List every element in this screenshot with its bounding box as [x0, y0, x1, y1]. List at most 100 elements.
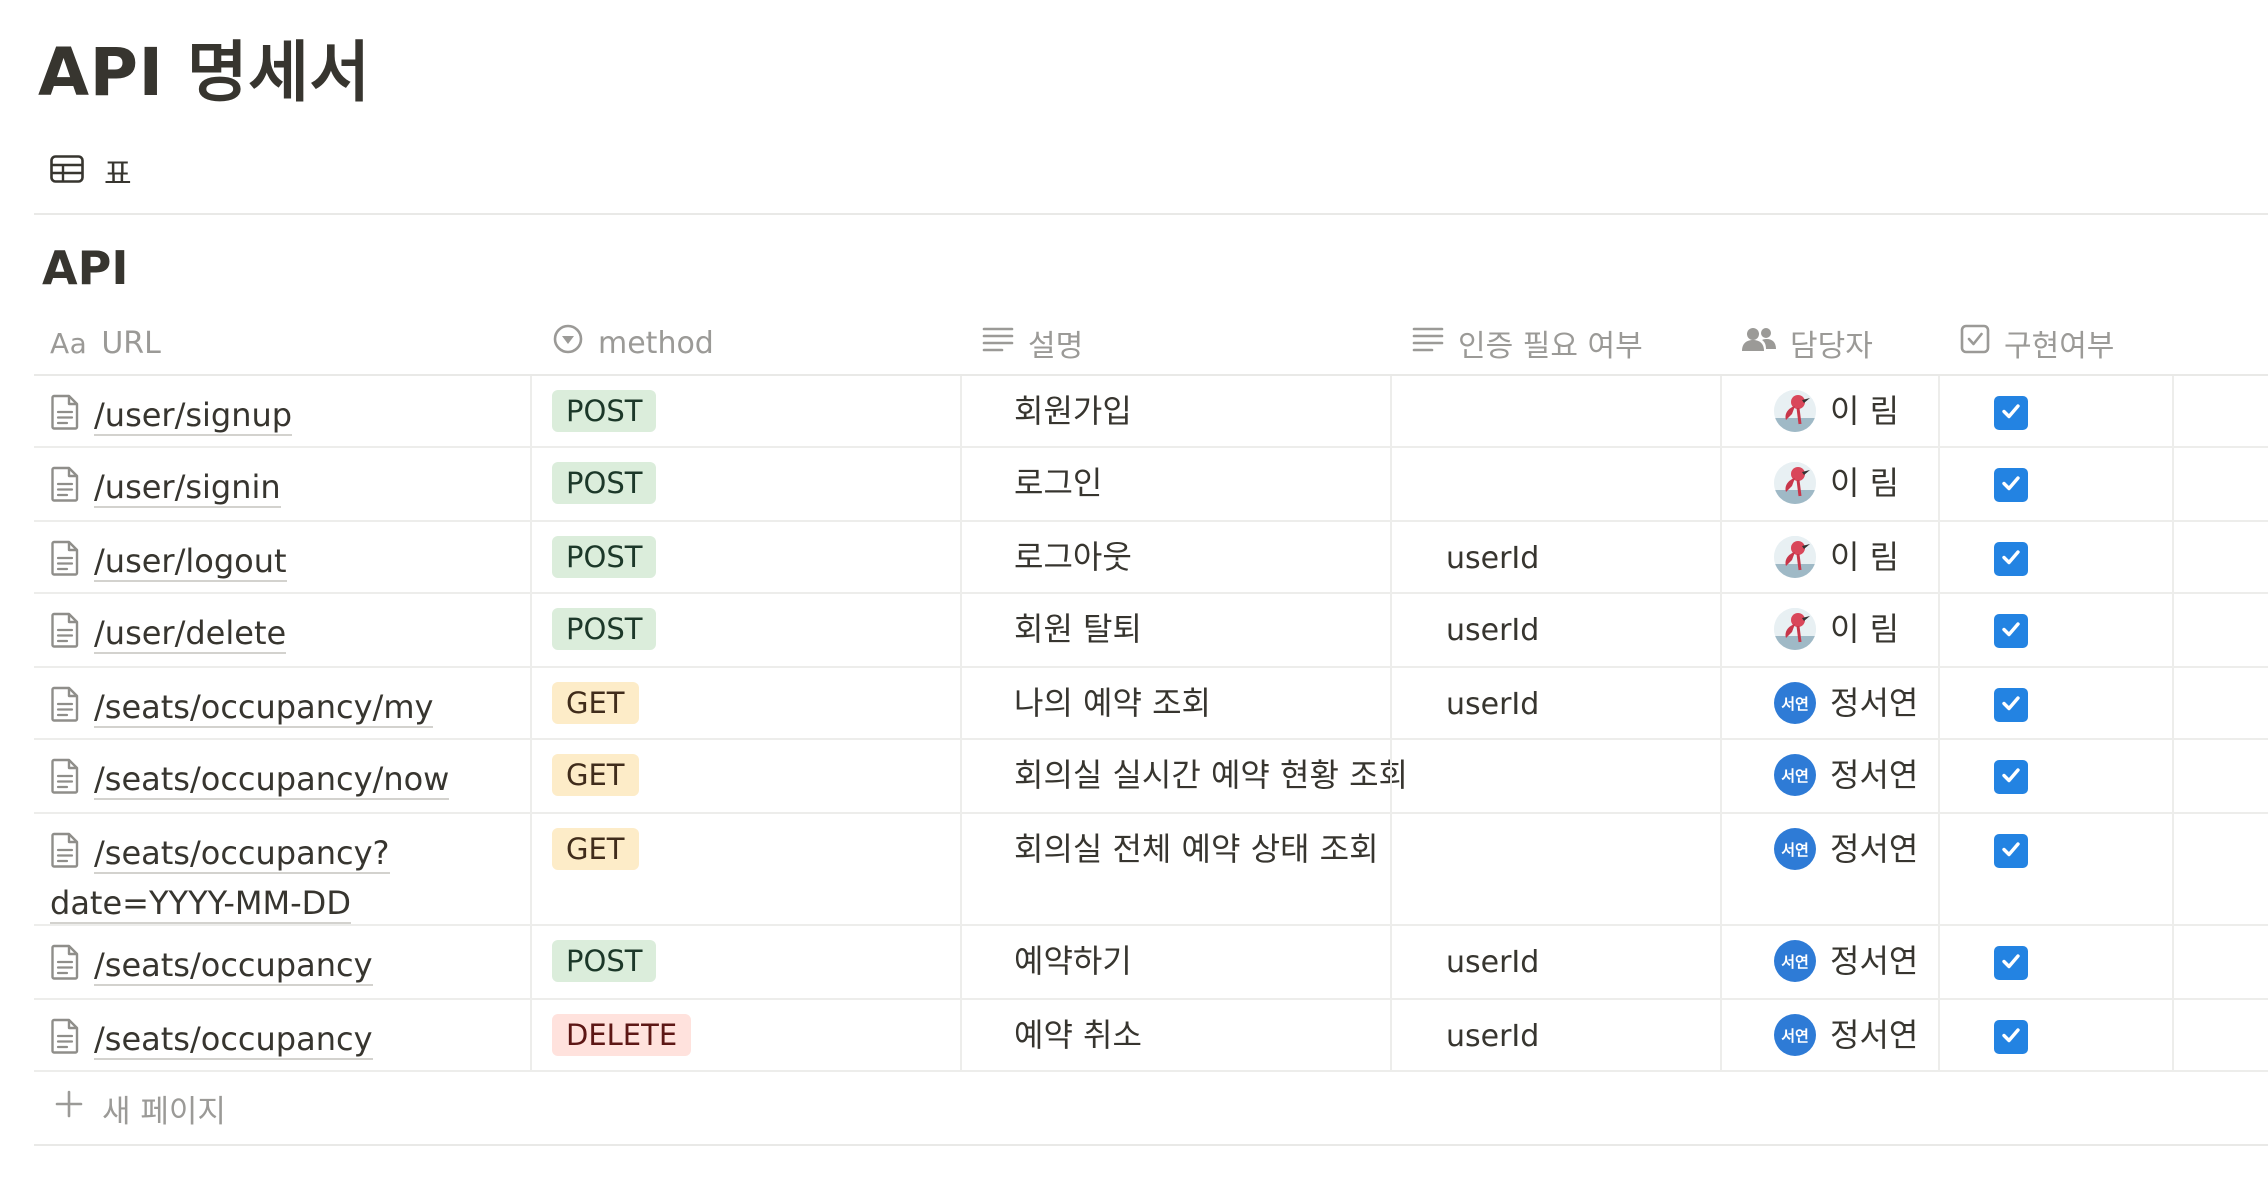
- implemented-cell[interactable]: [1940, 594, 2172, 666]
- description-cell[interactable]: 나의 예약 조회: [962, 668, 1390, 738]
- owner-cell[interactable]: 이 림: [1722, 448, 1938, 520]
- page-icon: [50, 394, 80, 442]
- description-cell[interactable]: 회의실 실시간 예약 현황 조회: [962, 740, 1408, 812]
- url-cell[interactable]: /user/delete: [34, 594, 530, 666]
- owner-cell[interactable]: 서연 정서연: [1722, 926, 1938, 998]
- column-header-owner[interactable]: 담당자: [1742, 312, 1873, 374]
- checkbox-checked[interactable]: [1994, 542, 2028, 576]
- description-cell[interactable]: 예약하기: [962, 926, 1390, 998]
- checkbox-checked[interactable]: [1994, 1020, 2028, 1054]
- auth-cell[interactable]: [1392, 448, 1720, 520]
- people-icon: [1742, 325, 1776, 361]
- description-cell[interactable]: 예약 취소: [962, 1000, 1390, 1070]
- owner-cell[interactable]: 서연 정서연: [1722, 814, 1938, 924]
- owner-cell[interactable]: 서연 정서연: [1722, 740, 1938, 812]
- implemented-cell[interactable]: [1940, 814, 2172, 924]
- auth-cell[interactable]: userId: [1392, 522, 1720, 592]
- url-text[interactable]: /user/signin: [94, 468, 281, 508]
- column-header-method[interactable]: method: [552, 312, 714, 374]
- table-row[interactable]: /seats/occupancy? date=YYYY-MM-DD GET 회의실…: [34, 814, 2268, 926]
- table-row[interactable]: /seats/occupancy DELETE 예약 취소 userId 서연 정…: [34, 1000, 2268, 1072]
- implemented-cell[interactable]: [1940, 1000, 2172, 1070]
- description-cell[interactable]: 회의실 전체 예약 상태 조회: [962, 814, 1390, 924]
- checkbox-checked[interactable]: [1994, 760, 2028, 794]
- implemented-cell[interactable]: [1940, 448, 2172, 520]
- table-row[interactable]: /user/logout POST 로그아웃 userId 이 림: [34, 522, 2268, 594]
- table-row[interactable]: /user/delete POST 회원 탈퇴 userId 이 림: [34, 594, 2268, 668]
- method-cell[interactable]: GET: [532, 740, 960, 812]
- auth-cell[interactable]: userId: [1392, 668, 1720, 738]
- method-cell[interactable]: POST: [532, 926, 960, 998]
- url-text[interactable]: /user/logout: [94, 542, 287, 582]
- column-header-description[interactable]: 설명: [982, 312, 1083, 374]
- table-row[interactable]: /seats/occupancy/now GET 회의실 실시간 예약 현황 조…: [34, 740, 2268, 814]
- implemented-cell[interactable]: [1940, 376, 2172, 446]
- implemented-cell[interactable]: [1940, 522, 2172, 592]
- auth-cell[interactable]: [1392, 814, 1720, 924]
- checkbox-checked[interactable]: [1994, 688, 2028, 722]
- checkbox-checked[interactable]: [1994, 834, 2028, 868]
- checkbox-icon: [1960, 324, 1990, 362]
- url-cell[interactable]: /seats/occupancy/my: [34, 668, 530, 738]
- implemented-cell[interactable]: [1940, 740, 2172, 812]
- view-tab-table[interactable]: 표: [50, 146, 132, 196]
- url-cell[interactable]: /user/signin: [34, 448, 530, 520]
- column-header-auth[interactable]: 인증 필요 여부: [1412, 312, 1643, 374]
- url-text[interactable]: /seats/occupancy/now: [94, 760, 450, 800]
- url-text[interactable]: /seats/occupancy/my: [94, 688, 434, 728]
- url-cell[interactable]: /seats/occupancy: [34, 1000, 530, 1070]
- description-cell[interactable]: 로그아웃: [962, 522, 1390, 592]
- url-text[interactable]: /seats/occupancy: [94, 1020, 373, 1060]
- description-cell[interactable]: 회원 탈퇴: [962, 594, 1390, 666]
- auth-cell[interactable]: [1392, 376, 1720, 446]
- url-cell[interactable]: /seats/occupancy/now: [34, 740, 530, 812]
- checkbox-checked[interactable]: [1994, 946, 2028, 980]
- method-cell[interactable]: POST: [532, 376, 960, 446]
- method-cell[interactable]: POST: [532, 522, 960, 592]
- auth-cell[interactable]: userId: [1392, 594, 1720, 666]
- method-cell[interactable]: GET: [532, 814, 960, 924]
- description-cell[interactable]: 회원가입: [962, 376, 1390, 446]
- avatar: 서연: [1774, 828, 1816, 870]
- url-cell[interactable]: /seats/occupancy: [34, 926, 530, 998]
- method-cell[interactable]: POST: [532, 448, 960, 520]
- url-text[interactable]: /user/delete: [94, 614, 287, 654]
- url-text[interactable]: date=YYYY-MM-DD: [50, 884, 351, 924]
- column-header-url[interactable]: Aa URL: [50, 312, 161, 374]
- url-cell[interactable]: /user/logout: [34, 522, 530, 592]
- database-title[interactable]: API: [42, 236, 128, 300]
- owner-cell[interactable]: 이 림: [1722, 594, 1938, 666]
- table-row[interactable]: /seats/occupancy POST 예약하기 userId 서연 정서연: [34, 926, 2268, 1000]
- table-icon: [50, 155, 84, 187]
- method-cell[interactable]: DELETE: [532, 1000, 960, 1070]
- checkbox-checked[interactable]: [1994, 468, 2028, 502]
- check-icon: [1999, 1023, 2023, 1051]
- url-cell[interactable]: /seats/occupancy? date=YYYY-MM-DD: [34, 814, 530, 924]
- owner-cell[interactable]: 이 림: [1722, 376, 1938, 446]
- owner-cell[interactable]: 이 림: [1722, 522, 1938, 592]
- table-row[interactable]: /user/signup POST 회원가입 이 림: [34, 376, 2268, 448]
- table-row[interactable]: /user/signin POST 로그인 이 림: [34, 448, 2268, 522]
- auth-cell[interactable]: userId: [1392, 1000, 1720, 1070]
- table-header: Aa URL method 설명 인증 필요 여부 담당자 구현여부: [34, 312, 2268, 376]
- method-cell[interactable]: GET: [532, 668, 960, 738]
- checkbox-checked[interactable]: [1994, 396, 2028, 430]
- implemented-cell[interactable]: [1940, 668, 2172, 738]
- new-page-button[interactable]: 새 페이지: [34, 1072, 654, 1144]
- owner-cell[interactable]: 서연 정서연: [1722, 1000, 1938, 1070]
- url-text[interactable]: /seats/occupancy?: [94, 834, 390, 874]
- method-cell[interactable]: POST: [532, 594, 960, 666]
- page-title[interactable]: API 명세서: [38, 28, 371, 118]
- checkbox-checked[interactable]: [1994, 614, 2028, 648]
- auth-cell[interactable]: userId: [1392, 926, 1720, 998]
- auth-cell[interactable]: [1392, 740, 1720, 812]
- description-cell[interactable]: 로그인: [962, 448, 1390, 520]
- implemented-cell[interactable]: [1940, 926, 2172, 998]
- url-cell[interactable]: /user/signup: [34, 376, 530, 446]
- url-text[interactable]: /seats/occupancy: [94, 946, 373, 986]
- owner-cell[interactable]: 서연 정서연: [1722, 668, 1938, 738]
- url-text[interactable]: /user/signup: [94, 396, 293, 436]
- column-header-implemented[interactable]: 구현여부: [1960, 312, 2114, 374]
- column-header-label: 설명: [1028, 329, 1084, 364]
- table-row[interactable]: /seats/occupancy/my GET 나의 예약 조회 userId …: [34, 668, 2268, 740]
